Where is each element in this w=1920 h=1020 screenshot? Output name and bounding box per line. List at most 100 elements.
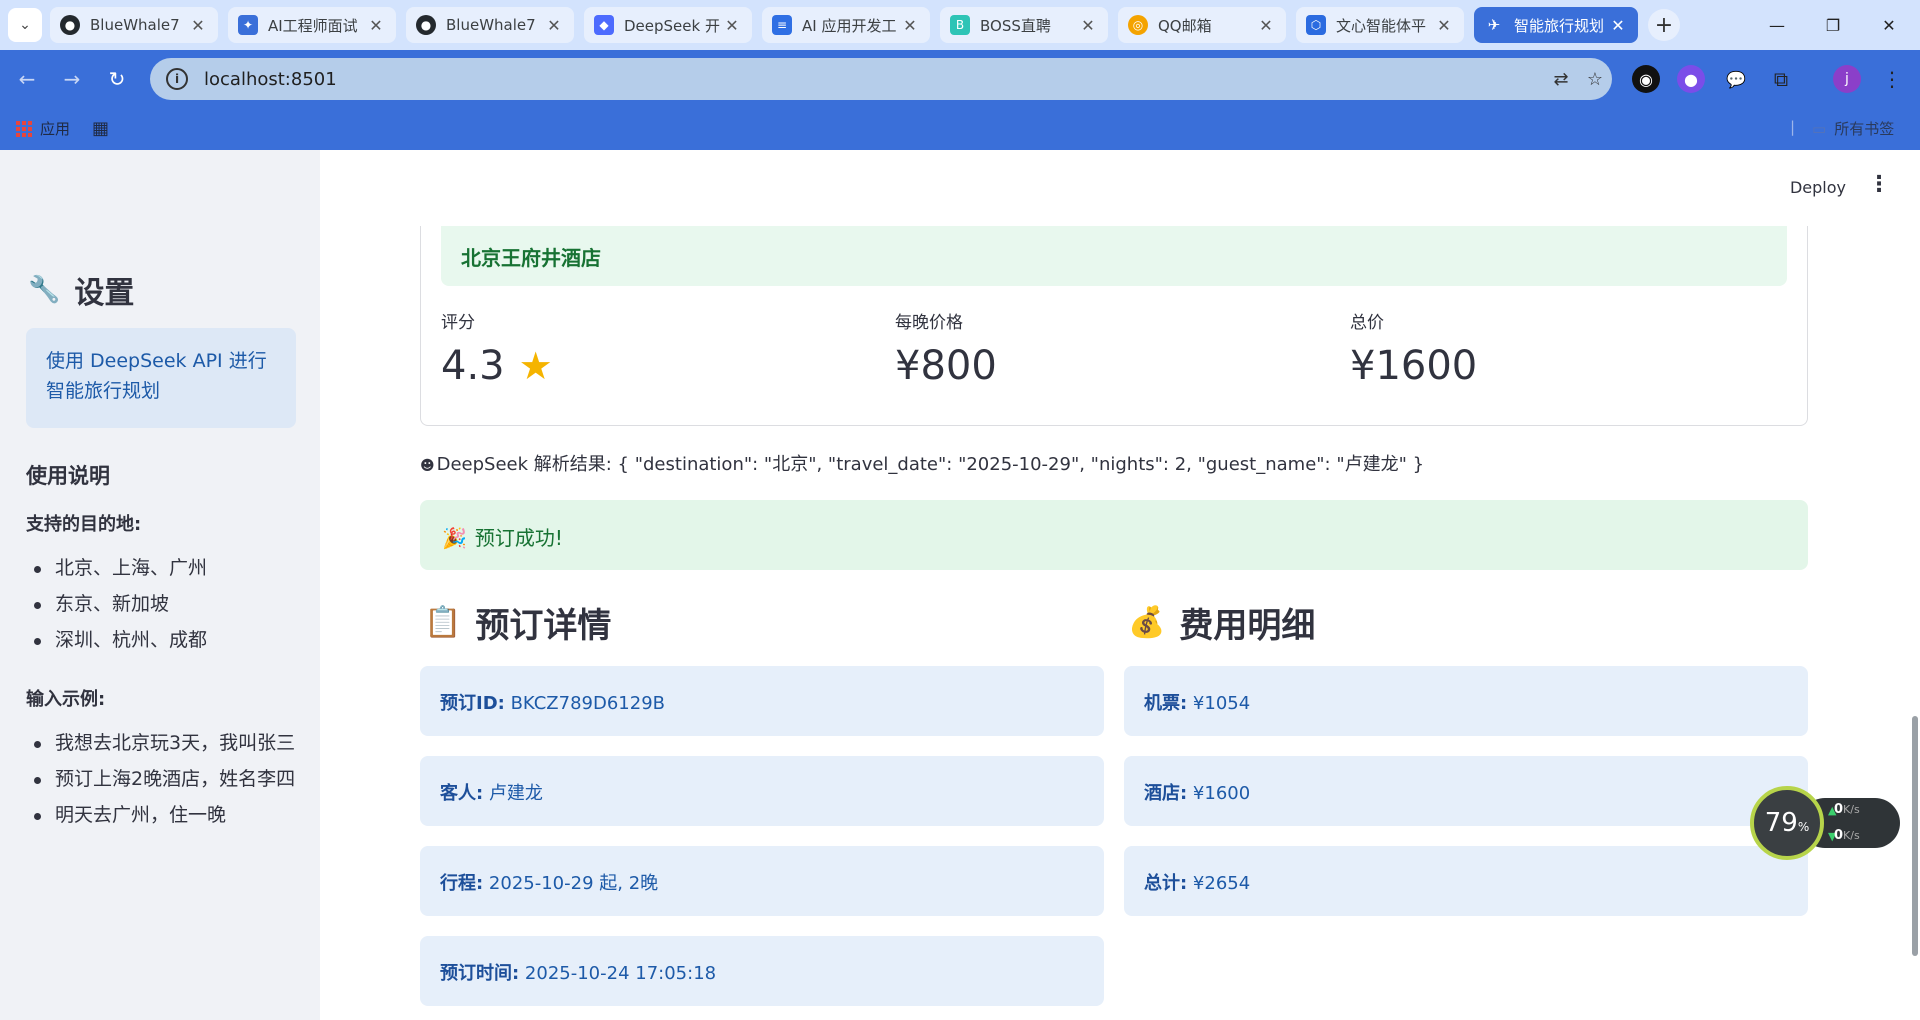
tab-strip: ⌄ ● BlueWhale7 ✕ ✦ AI工程师面试 ✕ ● BlueWhale… [0,0,1920,50]
star-icon: ★ [518,344,553,388]
sidebar-info-box: 使用 DeepSeek API 进行智能旅行规划 [26,328,296,428]
nightly-price-value: ¥800 [895,343,997,389]
system-monitor-widget[interactable]: 79% ▲ 0K/s ▼ 0K/s [1750,786,1900,860]
hotel-cost-box: 酒店: ¥1600 [1124,756,1808,826]
close-icon[interactable]: ✕ [366,16,386,35]
list-item: 预订上海2晚酒店，姓名李四 [26,764,296,795]
close-icon[interactable]: ✕ [1608,16,1628,35]
rating-metric: 评分 4.3 ★ [441,308,553,389]
tab-qqmail[interactable]: ◎ QQ邮箱 ✕ [1118,7,1286,43]
extensions-puzzle-icon[interactable]: ⧉ [1767,65,1795,93]
tab-wenxin[interactable]: ⬡ 文心智能体平 ✕ [1296,7,1464,43]
list-item: 东京、新加坡 [26,589,296,620]
extension-icon-1[interactable]: ◉ [1632,65,1660,93]
cost-breakdown-heading: 💰 费用明细 [1128,605,1316,646]
tab-search-button[interactable]: ⌄ [8,8,42,42]
minimize-button[interactable]: — [1750,0,1804,50]
address-bar[interactable]: i localhost:8501 ⇄ ☆ [150,58,1612,100]
booking-id-box: 预订ID: BKCZ789D6129B [420,666,1104,736]
total-price-value: ¥1600 [1350,343,1478,389]
translate-icon[interactable]: ⇄ [1544,69,1578,90]
total-cost-value: ¥2654 [1187,873,1251,894]
url-text[interactable]: localhost:8501 [204,69,1544,90]
close-icon[interactable]: ✕ [722,16,742,35]
restore-button[interactable]: ❐ [1806,0,1860,50]
total-price-label: 总价 [1350,313,1384,333]
folder-icon: ▭ [1812,119,1827,138]
hotel-cost-label: 酒店: [1144,783,1188,804]
destinations-heading: 支持的目的地: [26,514,142,535]
plane-icon: ✈ [1487,16,1501,34]
site-info-icon[interactable]: i [166,68,188,90]
sidebar-title: 🔧 设置 [28,275,135,311]
tab-ai-app-dev[interactable]: ≡ AI 应用开发工 ✕ [762,7,930,43]
doc-icon: ≡ [772,15,792,35]
list-item: 深圳、杭州、成都 [26,625,296,656]
wrench-icon: 🔧 [28,275,61,305]
close-icon[interactable]: ✕ [544,16,564,35]
cpu-usage-value: 79 [1764,808,1798,838]
qqmail-icon: ◎ [1128,15,1148,35]
booking-time-label: 预订时间: [440,963,520,984]
list-item: 北京、上海、广州 [26,553,296,584]
bird-icon: ✦ [238,15,258,35]
deploy-button[interactable]: Deploy [1790,178,1846,197]
tab-github-1[interactable]: ● BlueWhale7 ✕ [50,7,218,43]
flight-cost-value: ¥1054 [1187,693,1251,714]
github-icon: ● [416,15,436,35]
close-icon[interactable]: ✕ [1256,16,1276,35]
examples-heading: 输入示例: [26,689,106,710]
main-menu-icon[interactable]: ⋮ [1868,172,1890,197]
extension-icon-2[interactable]: ● [1677,65,1705,93]
cpu-usage-gauge: 79% [1750,786,1824,860]
party-popper-icon: 🎉 [442,526,467,550]
bookmark-star-icon[interactable]: ☆ [1578,69,1612,90]
close-icon[interactable]: ✕ [1434,16,1454,35]
parse-result-text: DeepSeek 解析结果: { "destination": "北京", "t… [436,454,1425,475]
cube-icon: ⬡ [1306,15,1326,35]
itinerary-value: 2025-10-29 起, 2晚 [483,873,659,894]
reload-button[interactable]: ↻ [100,62,134,96]
robot-icon: ☻ [420,458,435,474]
apps-bookmark[interactable]: 应用 [16,118,70,139]
scrollbar-thumb[interactable] [1912,716,1918,956]
forward-button[interactable]: → [55,62,89,96]
guest-label: 客人: [440,783,484,804]
browser-menu-icon[interactable]: ⋮ [1878,65,1906,93]
profile-avatar[interactable]: j [1833,65,1861,93]
github-icon: ● [60,15,80,35]
hotel-card: 北京王府井酒店 评分 4.3 ★ 每晚价格 ¥800 总价 ¥1600 [420,226,1808,426]
close-window-button[interactable]: ✕ [1862,0,1916,50]
tab-travel-planner[interactable]: ✈ 智能旅行规划 ✕ [1474,7,1638,43]
scrollbar[interactable] [1910,150,1920,1020]
tab-ai-interview[interactable]: ✦ AI工程师面试 ✕ [228,7,396,43]
nightly-price-metric: 每晚价格 ¥800 [895,308,997,389]
success-message: 预订成功! [474,526,563,550]
close-icon[interactable]: ✕ [1078,16,1098,35]
money-bag-icon: 💰 [1128,605,1166,640]
tab-groups-icon[interactable]: ▦ [92,118,109,139]
back-button[interactable]: ← [10,62,44,96]
close-icon[interactable]: ✕ [900,16,920,35]
total-price-metric: 总价 ¥1600 [1350,308,1477,389]
flight-cost-box: 机票: ¥1054 [1124,666,1808,736]
hotel-cost-value: ¥1600 [1187,783,1251,804]
new-tab-button[interactable]: + [1648,9,1680,41]
tab-github-2[interactable]: ● BlueWhale7 ✕ [406,7,574,43]
close-icon[interactable]: ✕ [188,16,208,35]
guest-box: 客人: 卢建龙 [420,756,1104,826]
boss-icon: B [950,15,970,35]
tab-deepseek[interactable]: ◆ DeepSeek 开 ✕ [584,7,752,43]
percent-sign: % [1797,820,1810,834]
booking-details-heading: 📋 预订详情 [424,605,612,646]
bookmarks-bar: 应用 ▦ | ▭ 所有书签 [0,108,1920,150]
all-bookmarks-button[interactable]: ▭ 所有书签 [1812,118,1894,139]
browser-toolbar: ← → ↻ i localhost:8501 ⇄ ☆ ◉ ● 💬 ⧉ j ⋮ [0,50,1920,108]
chevron-down-icon: ⌄ [19,17,31,33]
booking-time-value: 2025-10-24 17:05:18 [519,963,717,984]
upload-speed: 0K/s [1834,802,1860,817]
tab-boss[interactable]: B BOSS直聘 ✕ [940,7,1108,43]
destinations-list: 北京、上海、广州 东京、新加坡 深圳、杭州、成都 [26,553,296,661]
chat-extension-icon[interactable]: 💬 [1722,65,1750,93]
download-speed: 0K/s [1834,828,1860,843]
